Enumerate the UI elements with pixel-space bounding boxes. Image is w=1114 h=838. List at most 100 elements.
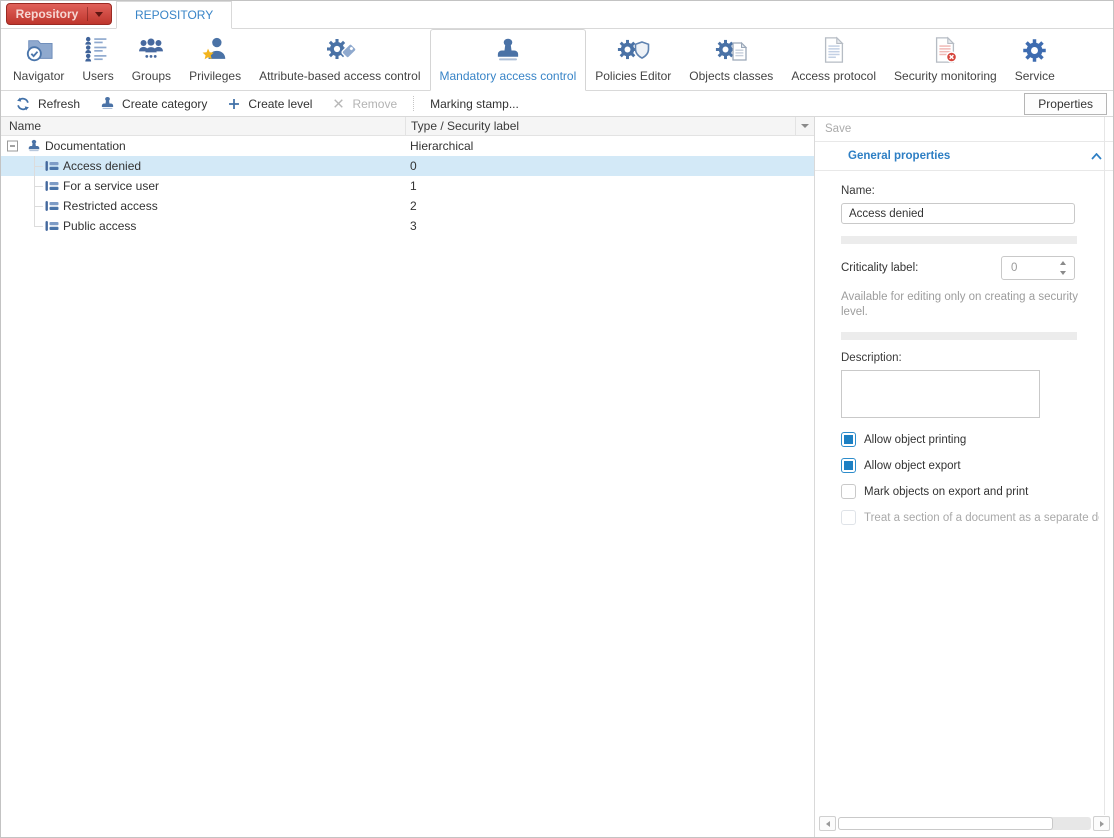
tree-row-type: 1: [410, 179, 417, 193]
column-menu-button[interactable]: [795, 117, 814, 135]
stamp-icon: [100, 96, 115, 111]
scroll-right-button[interactable]: [1093, 816, 1110, 831]
ribbon-item-label: Service: [1015, 69, 1055, 83]
checkbox-allow-object-printing[interactable]: Allow object printing: [841, 432, 1099, 447]
refresh-button[interactable]: Refresh: [5, 93, 90, 115]
create-level-button[interactable]: Create level: [217, 93, 322, 115]
checkbox-treat-section-as-separate-document[interactable]: Treat a section of a document as a separ…: [841, 510, 1099, 525]
tree-row-type: 3: [410, 219, 417, 233]
chevron-down-icon: [801, 124, 809, 128]
security-level-icon: [45, 180, 59, 192]
ribbon-item-service[interactable]: Service: [1006, 29, 1064, 90]
checkbox-label: Allow object printing: [864, 434, 966, 446]
category-stamp-icon: [27, 139, 41, 153]
ribbon-item-label: Groups: [132, 69, 171, 83]
save-button[interactable]: Save: [815, 117, 1113, 142]
checkbox-mark-objects-on-export-and-print[interactable]: Mark objects on export and print: [841, 484, 1099, 499]
tree-row-for-a-service-user[interactable]: For a service user 1: [1, 176, 814, 196]
ribbon-item-label: Security monitoring: [894, 69, 997, 83]
gear-shield-icon: [615, 34, 651, 66]
stepper-down-icon[interactable]: [1060, 271, 1066, 275]
ribbon-item-label: Attribute-based access control: [259, 69, 420, 83]
ribbon-item-label: Policies Editor: [595, 69, 671, 83]
tree-row-access-denied[interactable]: Access denied 0: [1, 156, 814, 176]
group-divider: [841, 236, 1077, 244]
marking-stamp-button[interactable]: Marking stamp...: [420, 93, 529, 115]
criticality-row: Criticality label: 0: [841, 256, 1099, 280]
checkbox-unchecked-icon[interactable]: [841, 484, 856, 499]
tree-connector: [34, 216, 45, 236]
repository-menu-button[interactable]: Repository: [6, 3, 112, 25]
collapse-toggle-icon[interactable]: [7, 141, 18, 152]
column-header-type[interactable]: Type / Security label: [405, 117, 519, 135]
stepper-up-icon[interactable]: [1060, 261, 1066, 265]
tree-row-restricted-access[interactable]: Restricted access 2: [1, 196, 814, 216]
tree-row-label: Restricted access: [63, 199, 158, 213]
security-level-icon: [45, 200, 59, 212]
tree-row-public-access[interactable]: Public access 3: [1, 216, 814, 236]
main-area: Name Type / Security label Documentation…: [1, 117, 1113, 837]
arrow-right-icon: [1100, 821, 1104, 827]
group-divider: [841, 332, 1077, 340]
properties-panel: Save General properties Name: Criticalit…: [815, 117, 1113, 837]
criticality-hint: Available for editing only on creating a…: [841, 290, 1091, 320]
ribbon-item-mandatory-access-control[interactable]: Mandatory access control: [430, 29, 587, 91]
x-icon: [332, 97, 345, 110]
column-header-name[interactable]: Name: [1, 119, 41, 133]
ribbon-item-access-protocol[interactable]: Access protocol: [782, 29, 885, 90]
ribbon-item-security-monitoring[interactable]: Security monitoring: [885, 29, 1006, 90]
create-category-button[interactable]: Create category: [90, 93, 217, 115]
checkbox-checked-icon[interactable]: [841, 458, 856, 473]
checkbox-allow-object-export[interactable]: Allow object export: [841, 458, 1099, 473]
refresh-label: Refresh: [38, 97, 80, 111]
privileges-icon: [201, 34, 229, 66]
stamp-icon: [494, 34, 522, 66]
ribbon-item-privileges[interactable]: Privileges: [180, 29, 250, 90]
create-level-label: Create level: [248, 97, 312, 111]
ribbon-item-navigator[interactable]: Navigator: [4, 29, 73, 90]
stepper-arrows[interactable]: [1052, 261, 1074, 275]
tree-connector: [34, 196, 45, 216]
checkbox-label: Treat a section of a document as a separ…: [864, 512, 1099, 524]
description-label: Description:: [841, 352, 1099, 364]
tab-repository[interactable]: REPOSITORY: [116, 1, 232, 29]
tab-strip: Repository REPOSITORY: [1, 1, 1113, 29]
ribbon-item-attribute-based-access-control[interactable]: Attribute-based access control: [250, 29, 429, 90]
ribbon-item-users[interactable]: Users: [73, 29, 122, 90]
groups-icon: [136, 34, 166, 66]
tree-row-type: 0: [410, 159, 417, 173]
chevron-down-icon: [95, 12, 103, 17]
criticality-stepper[interactable]: 0: [1001, 256, 1075, 280]
document-alert-icon: [931, 34, 959, 66]
section-general-properties[interactable]: General properties: [815, 142, 1113, 171]
tree-row-documentation[interactable]: Documentation Hierarchical: [1, 136, 814, 156]
marking-stamp-label: Marking stamp...: [430, 97, 519, 111]
gear-document-icon: [714, 34, 748, 66]
h-scrollbar[interactable]: [819, 816, 1110, 831]
criticality-label: Criticality label:: [841, 262, 1001, 274]
scroll-left-button[interactable]: [819, 816, 836, 831]
checkbox-unchecked-icon: [841, 510, 856, 525]
description-input[interactable]: [841, 370, 1040, 418]
menu-divider: [87, 7, 88, 21]
scroll-track[interactable]: [838, 817, 1091, 830]
navigator-icon: [23, 34, 55, 66]
properties-button[interactable]: Properties: [1024, 93, 1107, 115]
criticality-value: 0: [1002, 262, 1052, 274]
name-input[interactable]: [841, 203, 1075, 224]
chevron-up-icon[interactable]: [1091, 153, 1102, 160]
ribbon-item-policies-editor[interactable]: Policies Editor: [586, 29, 680, 90]
tree-connector: [34, 176, 45, 196]
scroll-thumb[interactable]: [838, 817, 1053, 830]
ribbon-item-groups[interactable]: Groups: [123, 29, 180, 90]
ribbon-item-label: Objects classes: [689, 69, 773, 83]
properties-form: Name: Criticality label: 0 Available for…: [815, 171, 1099, 525]
app-window: Repository REPOSITORY Navigator: [0, 0, 1114, 838]
security-level-icon: [45, 220, 59, 232]
ribbon-item-objects-classes[interactable]: Objects classes: [680, 29, 782, 90]
checkbox-checked-icon[interactable]: [841, 432, 856, 447]
action-toolbar: Refresh Create category Create level Rem…: [1, 91, 1113, 117]
tree-row-type: Hierarchical: [410, 139, 473, 153]
ribbon-item-label: Mandatory access control: [440, 69, 577, 83]
remove-button[interactable]: Remove: [322, 93, 407, 115]
